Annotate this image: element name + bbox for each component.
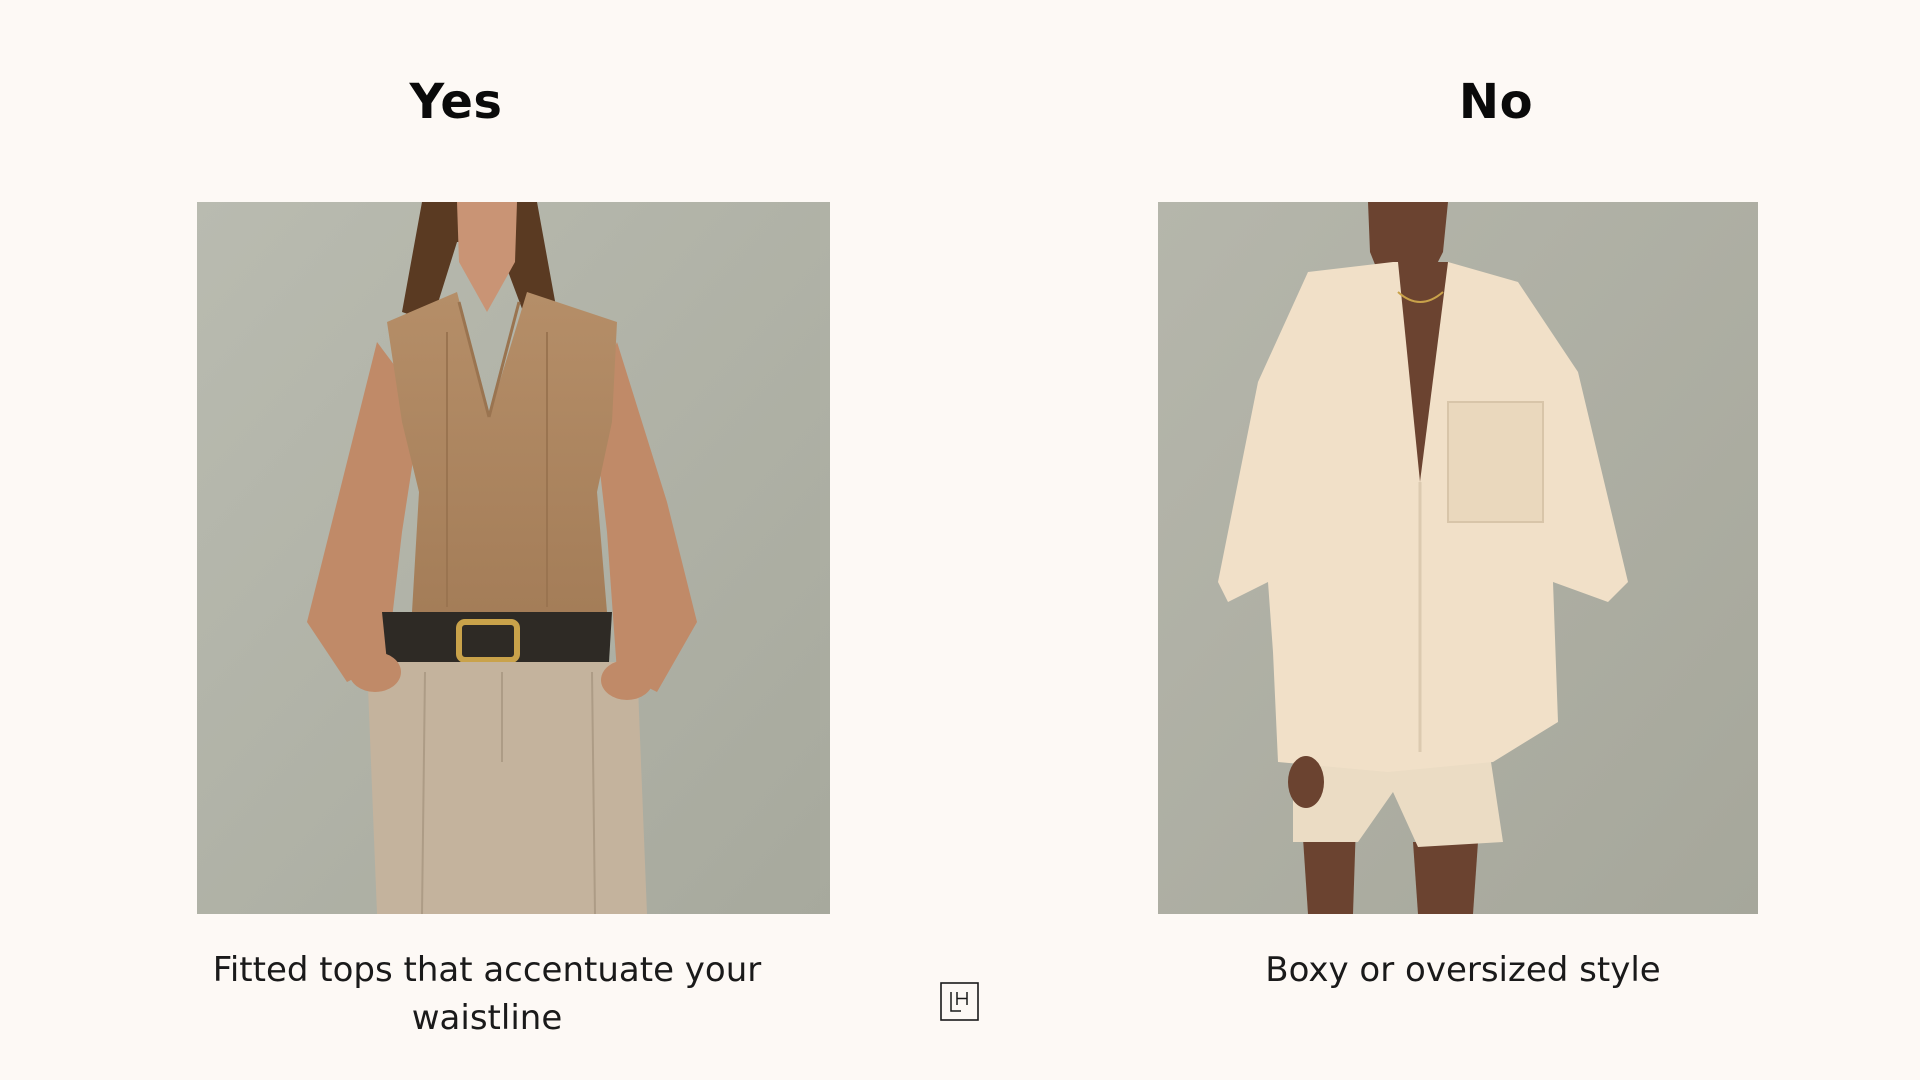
no-outfit-photo	[1158, 202, 1758, 914]
yes-caption: Fitted tops that accentuate your waistli…	[212, 950, 762, 1038]
lh-monogram-icon	[940, 982, 979, 1021]
no-heading: No	[1458, 74, 1534, 130]
yes-heading: Yes	[409, 74, 503, 130]
yes-outfit-photo	[197, 202, 830, 914]
slide: Yes No Fitted tops that accentuate your …	[0, 0, 1920, 1080]
no-caption: Boxy or oversized style	[1265, 950, 1661, 990]
